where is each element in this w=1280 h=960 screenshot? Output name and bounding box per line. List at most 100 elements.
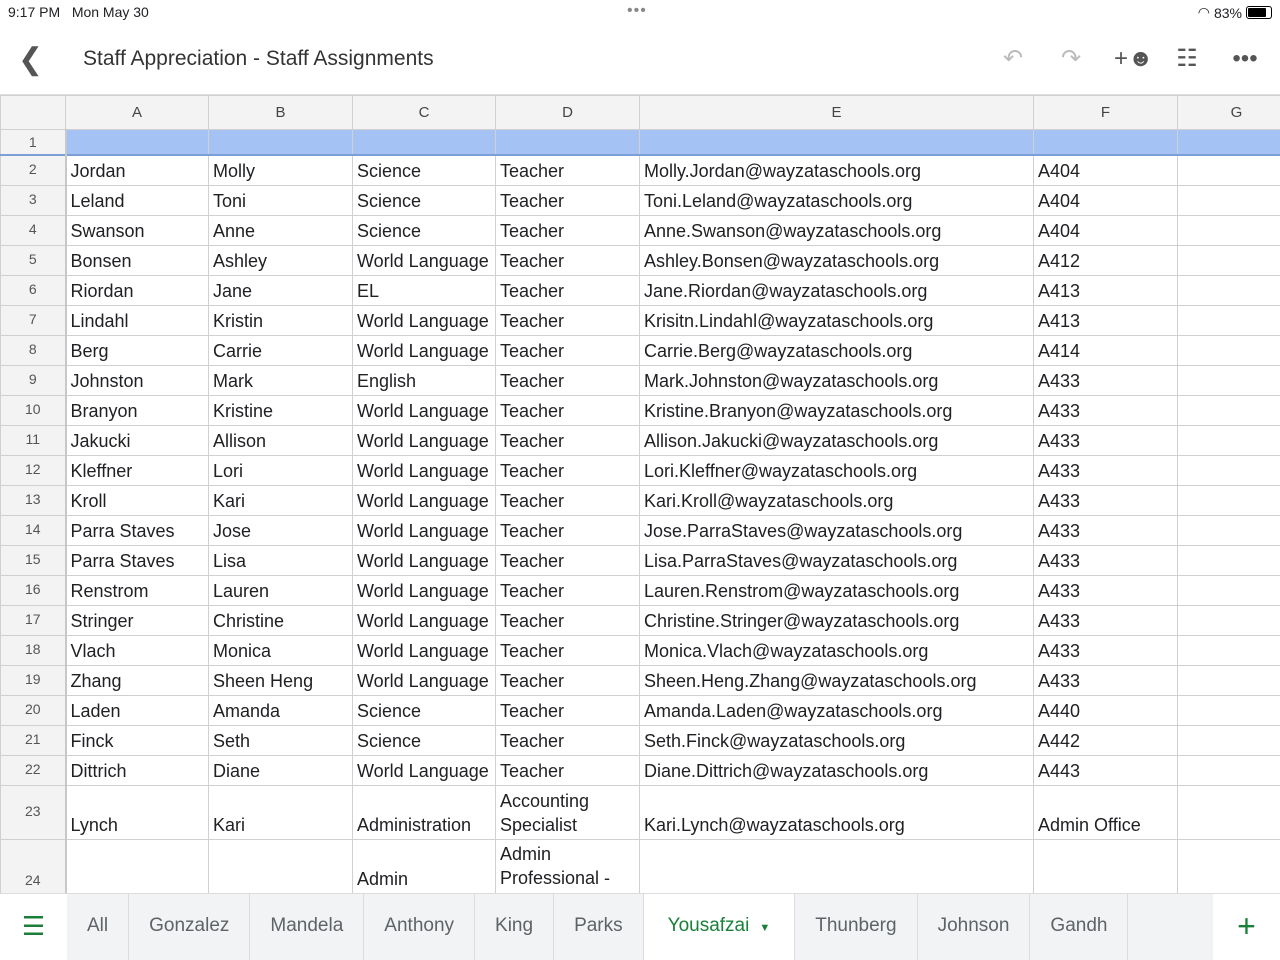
cell-b6[interactable]: Jane [208, 274, 353, 306]
row-header[interactable]: 15 [0, 544, 67, 576]
cell-f5[interactable]: A412 [1033, 244, 1178, 276]
column-header-d[interactable]: D [495, 95, 640, 130]
cell-b18[interactable]: Monica [208, 634, 353, 666]
cell-d16[interactable]: Teacher [495, 574, 640, 606]
sheet-tab-gonzalez[interactable]: Gonzalez [129, 894, 251, 960]
row-header[interactable]: 9 [0, 364, 67, 396]
cell-b16[interactable]: Lauren [208, 574, 353, 606]
cell-g3[interactable] [1177, 184, 1280, 216]
cell-a22[interactable]: Dittrich [65, 754, 209, 786]
cell-e21[interactable]: Seth.Finck@wayzataschools.org [639, 724, 1034, 756]
cell-c7[interactable]: World Language [352, 304, 496, 336]
sheet-tab-gandh[interactable]: Gandh [1030, 894, 1129, 960]
cell-g8[interactable] [1177, 334, 1280, 366]
cell-e8[interactable]: Carrie.Berg@wayzataschools.org [639, 334, 1034, 366]
cell-e20[interactable]: Amanda.Laden@wayzataschools.org [639, 694, 1034, 726]
row-header[interactable]: 19 [0, 664, 67, 696]
cell-e23[interactable]: Kari.Lynch@wayzataschools.org [639, 784, 1034, 840]
cell-d18[interactable]: Teacher [495, 634, 640, 666]
cell-c16[interactable]: World Language [352, 574, 496, 606]
row-header[interactable]: 16 [0, 574, 67, 606]
cell-d1[interactable] [495, 129, 640, 156]
cell-e19[interactable]: Sheen.Heng.Zhang@wayzataschools.org [639, 664, 1034, 696]
cell-f22[interactable]: A443 [1033, 754, 1178, 786]
cell-d22[interactable]: Teacher [495, 754, 640, 786]
cell-c3[interactable]: Science [352, 184, 496, 216]
cell-e18[interactable]: Monica.Vlach@wayzataschools.org [639, 634, 1034, 666]
cell-g16[interactable] [1177, 574, 1280, 606]
cell-b23[interactable]: Kari [208, 784, 353, 840]
cell-g11[interactable] [1177, 424, 1280, 456]
cell-b12[interactable]: Lori [208, 454, 353, 486]
row-header[interactable]: 22 [0, 754, 67, 786]
cell-e1[interactable] [639, 129, 1034, 156]
cell-b20[interactable]: Amanda [208, 694, 353, 726]
cell-d24[interactable]: Admin Professional - Building [495, 838, 640, 893]
cell-f8[interactable]: A414 [1033, 334, 1178, 366]
cell-g22[interactable] [1177, 754, 1280, 786]
cell-g7[interactable] [1177, 304, 1280, 336]
column-header-g[interactable]: G [1177, 95, 1280, 130]
cell-c9[interactable]: English [352, 364, 496, 396]
cell-c15[interactable]: World Language [352, 544, 496, 576]
cell-f9[interactable]: A433 [1033, 364, 1178, 396]
cell-c21[interactable]: Science [352, 724, 496, 756]
cell-g9[interactable] [1177, 364, 1280, 396]
cell-g5[interactable] [1177, 244, 1280, 276]
more-options-icon[interactable]: ••• [1230, 45, 1260, 73]
row-header[interactable]: 4 [0, 214, 67, 246]
cell-e16[interactable]: Lauren.Renstrom@wayzataschools.org [639, 574, 1034, 606]
sheet-tab-anthony[interactable]: Anthony [364, 894, 476, 960]
cell-d14[interactable]: Teacher [495, 514, 640, 546]
row-header[interactable]: 18 [0, 634, 67, 666]
cell-a11[interactable]: Jakucki [65, 424, 209, 456]
cell-f16[interactable]: A433 [1033, 574, 1178, 606]
cell-a13[interactable]: Kroll [65, 484, 209, 516]
cell-b11[interactable]: Allison [208, 424, 353, 456]
cell-a6[interactable]: Riordan [65, 274, 209, 306]
cell-e4[interactable]: Anne.Swanson@wayzataschools.org [639, 214, 1034, 246]
cell-e5[interactable]: Ashley.Bonsen@wayzataschools.org [639, 244, 1034, 276]
cell-b13[interactable]: Kari [208, 484, 353, 516]
cell-f10[interactable]: A433 [1033, 394, 1178, 426]
cell-e24[interactable]: Debra.Lange@wayzataschools.org [639, 838, 1034, 893]
share-add-person-icon[interactable]: +☻ [1114, 45, 1153, 73]
cell-f20[interactable]: A440 [1033, 694, 1178, 726]
cell-a17[interactable]: Stringer [65, 604, 209, 636]
cell-a21[interactable]: Finck [65, 724, 209, 756]
cell-g6[interactable] [1177, 274, 1280, 306]
cell-f2[interactable]: A404 [1033, 154, 1178, 186]
cell-d10[interactable]: Teacher [495, 394, 640, 426]
cell-g1[interactable] [1177, 129, 1280, 156]
cell-f1[interactable] [1033, 129, 1178, 156]
cell-a10[interactable]: Branyon [65, 394, 209, 426]
row-header[interactable]: 24 [0, 838, 67, 893]
row-header[interactable]: 14 [0, 514, 67, 546]
cell-c6[interactable]: EL [352, 274, 496, 306]
cell-a14[interactable]: Parra Staves [65, 514, 209, 546]
sheet-tab-johnson[interactable]: Johnson [918, 894, 1031, 960]
cell-c20[interactable]: Science [352, 694, 496, 726]
cell-b22[interactable]: Diane [208, 754, 353, 786]
cell-c22[interactable]: World Language [352, 754, 496, 786]
cell-e6[interactable]: Jane.Riordan@wayzataschools.org [639, 274, 1034, 306]
cell-c24[interactable]: Admin Professional [352, 838, 496, 893]
cell-g13[interactable] [1177, 484, 1280, 516]
cell-d15[interactable]: Teacher [495, 544, 640, 576]
all-sheets-menu-icon[interactable]: ☰ [0, 894, 67, 960]
cell-a19[interactable]: Zhang [65, 664, 209, 696]
cell-d19[interactable]: Teacher [495, 664, 640, 696]
cell-f18[interactable]: A433 [1033, 634, 1178, 666]
cell-g15[interactable] [1177, 544, 1280, 576]
column-header-f[interactable]: F [1033, 95, 1178, 130]
cell-f14[interactable]: A433 [1033, 514, 1178, 546]
cell-a8[interactable]: Berg [65, 334, 209, 366]
row-header[interactable]: 8 [0, 334, 67, 366]
cell-a12[interactable]: Kleffner [65, 454, 209, 486]
row-header[interactable]: 20 [0, 694, 67, 726]
cell-e2[interactable]: Molly.Jordan@wayzataschools.org [639, 154, 1034, 186]
cell-b10[interactable]: Kristine [208, 394, 353, 426]
row-header[interactable]: 23 [0, 784, 67, 840]
cell-f4[interactable]: A404 [1033, 214, 1178, 246]
cell-a5[interactable]: Bonsen [65, 244, 209, 276]
